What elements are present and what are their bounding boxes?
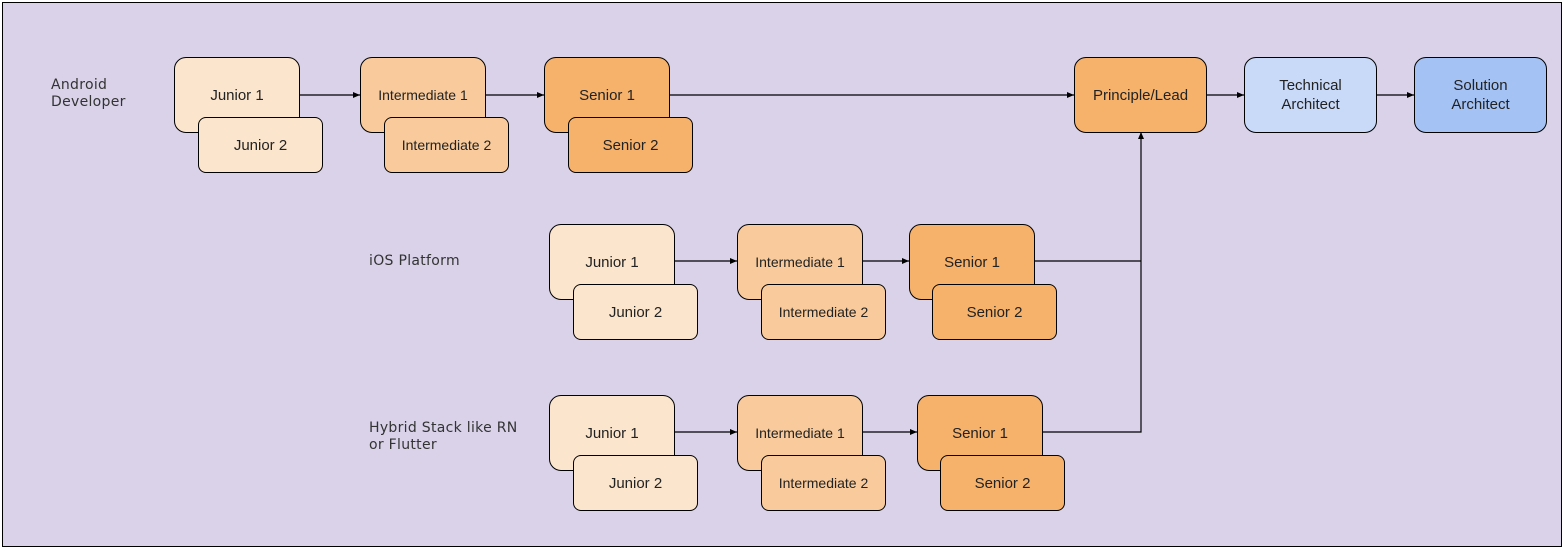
hybrid-senior-2[interactable]: Senior 2 xyxy=(940,455,1065,511)
lane-label-android: Android Developer xyxy=(51,77,126,110)
principle-lead[interactable]: Principle/Lead xyxy=(1074,57,1207,133)
android-intermediate-2[interactable]: Intermediate 2 xyxy=(384,117,509,173)
technical-architect[interactable]: Technical Architect xyxy=(1244,57,1377,133)
hybrid-intermediate-2[interactable]: Intermediate 2 xyxy=(761,455,886,511)
ios-intermediate-2[interactable]: Intermediate 2 xyxy=(761,284,886,340)
solution-architect[interactable]: Solution Architect xyxy=(1414,57,1547,133)
lane-label-ios: iOS Platform xyxy=(369,253,460,269)
box-label: Senior 2 xyxy=(966,303,1023,321)
box-label: Intermediate 2 xyxy=(778,474,869,491)
box-label: Intermediate 1 xyxy=(755,424,845,441)
ios-junior-2[interactable]: Junior 2 xyxy=(573,284,698,340)
box-label: Junior 1 xyxy=(210,86,264,104)
box-label: Junior 2 xyxy=(608,303,663,321)
box-label: Intermediate 1 xyxy=(378,86,468,103)
box-label: Intermediate 2 xyxy=(778,303,869,320)
box-label: Senior 1 xyxy=(952,424,1008,442)
box-label: Principle/Lead xyxy=(1092,86,1189,104)
box-label: Junior 2 xyxy=(608,474,663,492)
box-label: Junior 2 xyxy=(233,136,288,154)
box-label: Junior 1 xyxy=(585,424,639,442)
box-label: Junior 1 xyxy=(585,253,639,271)
box-label: Solution Architect xyxy=(1451,77,1510,113)
box-label: Senior 2 xyxy=(602,136,659,154)
box-label: Intermediate 2 xyxy=(401,136,492,153)
android-junior-2[interactable]: Junior 2 xyxy=(198,117,323,173)
box-label: Technical Architect xyxy=(1279,77,1342,113)
hybrid-junior-2[interactable]: Junior 2 xyxy=(573,455,698,511)
android-senior-2[interactable]: Senior 2 xyxy=(568,117,693,173)
box-label: Intermediate 1 xyxy=(755,253,845,270)
lane-label-hybrid: Hybrid Stack like RN or Flutter xyxy=(369,420,518,453)
box-label: Senior 1 xyxy=(944,253,1000,271)
box-label: Senior 2 xyxy=(974,474,1031,492)
box-label: Senior 1 xyxy=(579,86,635,104)
ios-senior-2[interactable]: Senior 2 xyxy=(932,284,1057,340)
